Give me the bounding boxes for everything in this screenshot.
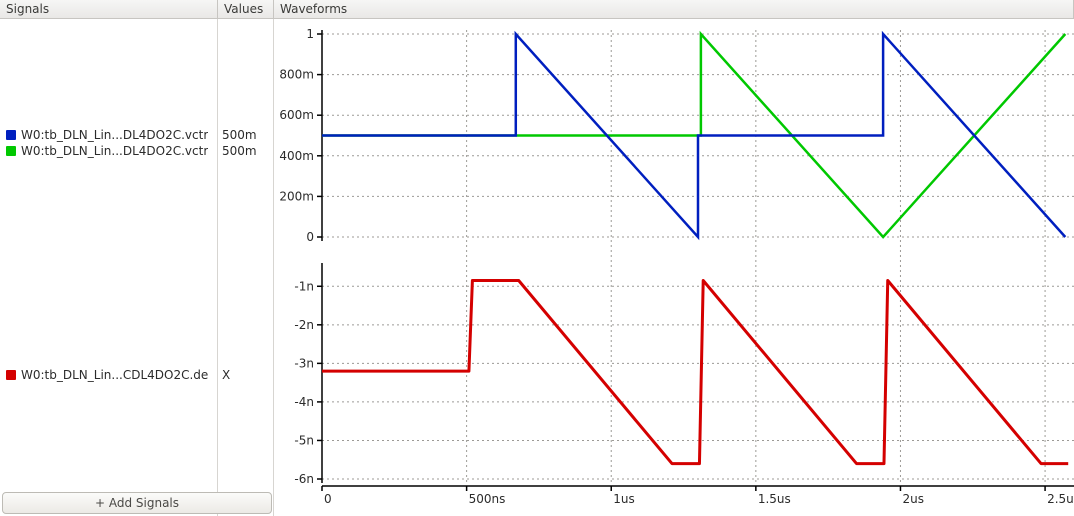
svg-text:-3n: -3n — [294, 356, 314, 370]
add-signals-bar: + Add Signals — [0, 492, 274, 514]
svg-text:600m: 600m — [279, 108, 314, 122]
signal-label: W0:tb_DLN_Lin...CDL4DO2C.de — [21, 368, 208, 382]
value-cell: 500m — [218, 143, 273, 159]
header-waveforms[interactable]: Waveforms — [274, 0, 1074, 18]
svg-text:-4n: -4n — [294, 395, 314, 409]
svg-text:-2n: -2n — [294, 318, 314, 332]
header-signals[interactable]: Signals — [0, 0, 218, 18]
svg-text:0: 0 — [324, 492, 332, 506]
signal-swatch-icon — [6, 130, 16, 140]
svg-text:-1n: -1n — [294, 279, 314, 293]
values-column[interactable]: 500m 500m X — [218, 19, 274, 516]
signal-row[interactable]: W0:tb_DLN_Lin...CDL4DO2C.de — [0, 367, 217, 383]
signal-label: W0:tb_DLN_Lin...DL4DO2C.vctr — [21, 144, 208, 158]
signal-swatch-icon — [6, 370, 16, 380]
value-cell: X — [218, 367, 273, 383]
svg-text:200m: 200m — [279, 189, 314, 203]
signal-swatch-icon — [6, 146, 16, 156]
app-root: Signals Values Waveforms W0:tb_DLN_Lin..… — [0, 0, 1074, 516]
value-cell: 500m — [218, 127, 273, 143]
svg-text:-6n: -6n — [294, 472, 314, 486]
header-values[interactable]: Values — [218, 0, 274, 18]
signal-label: W0:tb_DLN_Lin...DL4DO2C.vctr — [21, 128, 208, 142]
signals-column[interactable]: W0:tb_DLN_Lin...DL4DO2C.vctr W0:tb_DLN_L… — [0, 19, 218, 516]
svg-text:2us: 2us — [902, 492, 924, 506]
svg-text:1us: 1us — [613, 492, 635, 506]
svg-text:800m: 800m — [279, 68, 314, 82]
waveform-panel[interactable]: 0 200m 400m 600m 800m 1 -1n -2n -3n -4n -5n -6n 0 500… — [274, 19, 1074, 516]
svg-text:500ns: 500ns — [469, 492, 506, 506]
column-header-bar: Signals Values Waveforms — [0, 0, 1074, 19]
svg-text:400m: 400m — [279, 149, 314, 163]
svg-text:1: 1 — [306, 27, 314, 41]
add-signals-button[interactable]: + Add Signals — [2, 492, 272, 514]
svg-text:2.5us: 2.5us — [1047, 492, 1074, 506]
signal-row[interactable]: W0:tb_DLN_Lin...DL4DO2C.vctr — [0, 143, 217, 159]
svg-text:0: 0 — [306, 230, 314, 244]
svg-text:-5n: -5n — [294, 433, 314, 447]
waveform-svg: 0 200m 400m 600m 800m 1 -1n -2n -3n -4n -5n -6n 0 500… — [274, 19, 1074, 516]
body-area: W0:tb_DLN_Lin...DL4DO2C.vctr W0:tb_DLN_L… — [0, 19, 1074, 516]
signal-row[interactable]: W0:tb_DLN_Lin...DL4DO2C.vctr — [0, 127, 217, 143]
svg-text:1.5us: 1.5us — [758, 492, 791, 506]
